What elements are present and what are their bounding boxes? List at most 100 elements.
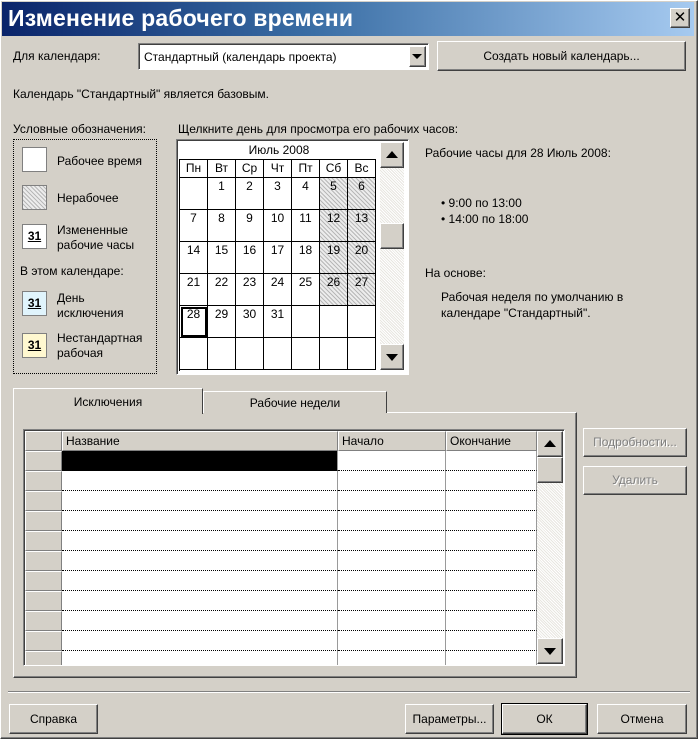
table-cell[interactable] (62, 571, 338, 591)
weekday-header[interactable]: Сб (320, 160, 348, 178)
table-cell[interactable] (338, 471, 446, 491)
exceptions-table[interactable]: Название Начало Окончание (23, 429, 565, 666)
calendar-day[interactable]: 5 (320, 178, 348, 210)
weekday-header[interactable]: Пт (292, 160, 320, 178)
calendar-day[interactable]: 15 (208, 242, 236, 274)
calendar-day[interactable]: 13 (348, 210, 376, 242)
table-cell[interactable] (446, 491, 537, 511)
table-cell[interactable] (338, 651, 446, 665)
table-cell[interactable] (446, 471, 537, 491)
table-cell[interactable] (446, 551, 537, 571)
table-cell[interactable] (338, 611, 446, 631)
table-cell[interactable] (62, 491, 338, 511)
calendar-day[interactable]: 19 (320, 242, 348, 274)
calendar-day[interactable]: 10 (264, 210, 292, 242)
calendar-day[interactable]: 3 (264, 178, 292, 210)
table-row-header[interactable] (25, 611, 62, 631)
table-cell[interactable] (446, 591, 537, 611)
table-row-header[interactable] (25, 491, 62, 511)
calendar-scroll-up-button[interactable] (380, 142, 404, 168)
table-scroll-thumb[interactable] (537, 457, 563, 483)
calendar-day[interactable]: 14 (180, 242, 208, 274)
table-cell-selected[interactable] (62, 451, 338, 471)
table-cell[interactable] (446, 651, 537, 665)
calendar-day[interactable]: 24 (264, 274, 292, 306)
table-cell[interactable] (446, 631, 537, 651)
weekday-header[interactable]: Чт (264, 160, 292, 178)
calendar-select[interactable]: Стандартный (календарь проекта) (138, 43, 429, 70)
table-cell[interactable] (62, 531, 338, 551)
calendar-day[interactable]: 7 (180, 210, 208, 242)
calendar-day[interactable] (348, 338, 376, 370)
options-button[interactable]: Параметры... (405, 704, 494, 734)
table-row-header[interactable] (25, 631, 62, 651)
table-row-header[interactable] (25, 551, 62, 571)
table-cell[interactable] (446, 451, 537, 471)
table-cell[interactable] (338, 491, 446, 511)
table-row-header[interactable] (25, 451, 62, 471)
calendar-day[interactable] (348, 306, 376, 338)
tab-work-weeks[interactable]: Рабочие недели (203, 391, 387, 413)
table-cell[interactable] (446, 571, 537, 591)
table-cell[interactable] (62, 551, 338, 571)
calendar-day[interactable]: 6 (348, 178, 376, 210)
table-row-header[interactable] (25, 471, 62, 491)
column-header-start[interactable]: Начало (338, 431, 446, 451)
calendar-day[interactable]: 28 (180, 306, 208, 338)
calendar-day[interactable]: 29 (208, 306, 236, 338)
column-header-name[interactable]: Название (62, 431, 338, 451)
calendar-day[interactable] (208, 338, 236, 370)
tab-exceptions[interactable]: Исключения (13, 388, 203, 414)
table-cell[interactable] (338, 511, 446, 531)
table-cell[interactable] (62, 631, 338, 651)
table-cell[interactable] (446, 531, 537, 551)
weekday-header[interactable]: Пн (180, 160, 208, 178)
delete-button[interactable]: Удалить (583, 466, 687, 495)
table-row-header[interactable] (25, 511, 62, 531)
weekday-header[interactable]: Ср (236, 160, 264, 178)
calendar-day[interactable]: 17 (264, 242, 292, 274)
calendar-day[interactable]: 21 (180, 274, 208, 306)
month-calendar[interactable]: Июль 2008 Пн Вт Ср Чт Пт Сб Вс 1 2 3 4 5 6 7 8 9 10 11 12 1… (176, 139, 409, 375)
calendar-day[interactable]: 4 (292, 178, 320, 210)
calendar-day[interactable]: 9 (236, 210, 264, 242)
table-row-header[interactable] (25, 651, 62, 665)
table-row-header[interactable] (25, 531, 62, 551)
calendar-day[interactable] (320, 338, 348, 370)
calendar-day[interactable] (180, 338, 208, 370)
table-scroll-down-button[interactable] (537, 638, 563, 664)
calendar-day[interactable] (320, 306, 348, 338)
calendar-day[interactable]: 27 (348, 274, 376, 306)
calendar-day[interactable]: 31 (264, 306, 292, 338)
calendar-day[interactable]: 23 (236, 274, 264, 306)
table-cell[interactable] (62, 651, 338, 665)
table-scroll-up-button[interactable] (537, 431, 563, 457)
table-cell[interactable] (338, 551, 446, 571)
calendar-day[interactable] (236, 338, 264, 370)
title-bar[interactable]: Изменение рабочего времени ✕ (2, 2, 694, 36)
calendar-day[interactable]: 16 (236, 242, 264, 274)
calendar-day[interactable]: 11 (292, 210, 320, 242)
calendar-day[interactable] (292, 306, 320, 338)
weekday-header[interactable]: Вс (348, 160, 376, 178)
calendar-scroll-thumb[interactable] (380, 223, 404, 249)
calendar-day[interactable]: 30 (236, 306, 264, 338)
calendar-day[interactable]: 25 (292, 274, 320, 306)
dropdown-button[interactable] (409, 46, 426, 67)
calendar-day[interactable]: 1 (208, 178, 236, 210)
calendar-day[interactable]: 22 (208, 274, 236, 306)
table-cell[interactable] (62, 511, 338, 531)
details-button[interactable]: Подробности... (583, 428, 687, 457)
create-calendar-button[interactable]: Создать новый календарь... (437, 41, 686, 71)
table-cell[interactable] (446, 511, 537, 531)
table-cell[interactable] (62, 471, 338, 491)
help-button[interactable]: Справка (9, 704, 98, 734)
table-cell[interactable] (338, 571, 446, 591)
column-header-end[interactable]: Окончание (446, 431, 537, 451)
calendar-day[interactable]: 20 (348, 242, 376, 274)
cancel-button[interactable]: Отмена (597, 704, 687, 734)
calendar-day[interactable] (264, 338, 292, 370)
calendar-scroll-down-button[interactable] (380, 344, 404, 370)
calendar-day[interactable] (292, 338, 320, 370)
table-cell[interactable] (338, 451, 446, 471)
